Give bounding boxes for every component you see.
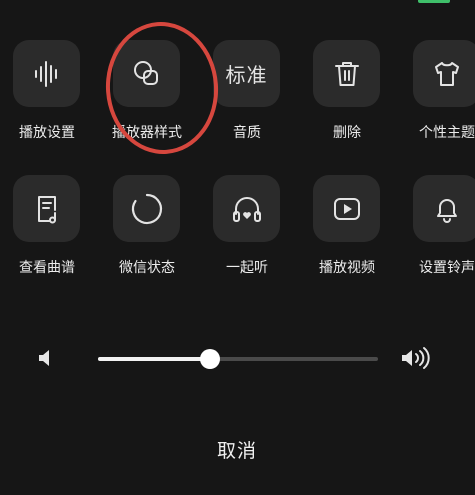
- menu-item-playback-settings[interactable]: 播放设置: [0, 40, 94, 150]
- menu-item-set-ringtone[interactable]: 设置铃声: [400, 175, 475, 285]
- waveform-icon: [34, 60, 57, 87]
- tshirt-icon: [434, 61, 459, 86]
- menu-item-label: 微信状态: [119, 260, 175, 276]
- tile: 标准: [213, 40, 280, 107]
- tile: [113, 40, 180, 107]
- tile: [413, 40, 475, 107]
- tile: [313, 175, 380, 242]
- cancel-button[interactable]: 取消: [187, 436, 287, 463]
- menu-item-audio-quality[interactable]: 标准 音质: [200, 40, 294, 150]
- volume-control: [0, 338, 475, 378]
- volume-slider-thumb[interactable]: [200, 349, 220, 369]
- tile: [213, 175, 280, 242]
- top-accent-bar: [418, 0, 450, 3]
- menu-item-play-video[interactable]: 播放视频: [300, 175, 394, 285]
- menu-item-player-style[interactable]: 播放器样式: [100, 40, 194, 150]
- volume-slider[interactable]: [98, 349, 378, 369]
- menu-row-1: 播放设置 播放器样式 标准 音质 删除 个性主题: [0, 40, 475, 150]
- trash-icon: [334, 61, 359, 86]
- menu-item-personal-theme[interactable]: 个性主题: [400, 40, 475, 150]
- menu-item-label: 设置铃声: [419, 260, 475, 276]
- overlapping-squares-icon: [133, 60, 158, 85]
- tile: [13, 40, 80, 107]
- menu-item-label: 播放设置: [19, 125, 75, 141]
- bell-icon: [436, 198, 457, 223]
- tile: [413, 175, 475, 242]
- menu-item-label: 删除: [333, 125, 361, 141]
- menu-item-label: 播放视频: [319, 260, 375, 276]
- circle-status-icon: [131, 193, 162, 224]
- menu-item-label: 播放器样式: [112, 125, 182, 141]
- quality-standard-text-icon: 标准: [225, 63, 268, 87]
- menu-row-2: 查看曲谱 微信状态 一起听 播放视频 设置铃声: [0, 175, 475, 285]
- tile: [13, 175, 80, 242]
- volume-high-icon[interactable]: [400, 346, 434, 370]
- volume-low-icon[interactable]: [37, 346, 55, 370]
- menu-item-label: 查看曲谱: [19, 260, 75, 276]
- play-video-icon: [333, 197, 360, 220]
- menu-item-wechat-status[interactable]: 微信状态: [100, 175, 194, 285]
- menu-item-listen-together[interactable]: 一起听: [200, 175, 294, 285]
- volume-slider-fill: [98, 357, 210, 361]
- menu-item-label: 个性主题: [419, 125, 475, 141]
- headphones-heart-icon: [232, 196, 261, 222]
- menu-item-label: 一起听: [226, 260, 268, 276]
- menu-item-label: 音质: [233, 125, 261, 141]
- tile: [113, 175, 180, 242]
- tile: [313, 40, 380, 107]
- music-sheet-icon: [37, 195, 56, 223]
- menu-item-delete[interactable]: 删除: [300, 40, 394, 150]
- menu-item-view-sheet-music[interactable]: 查看曲谱: [0, 175, 94, 285]
